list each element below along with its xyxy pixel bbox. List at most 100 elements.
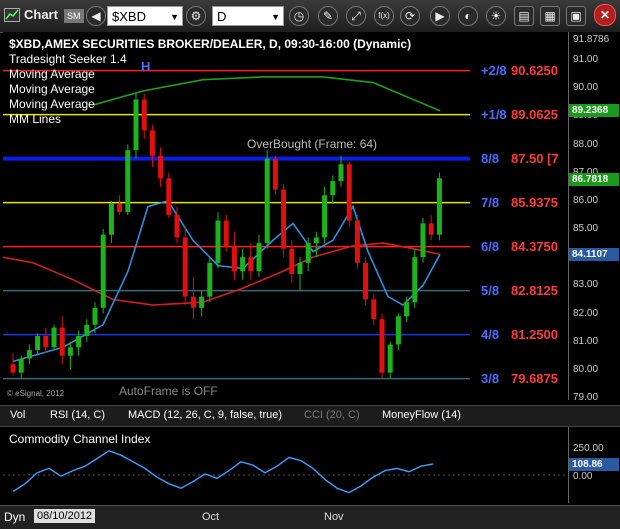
autoframe-label: AutoFrame is OFF xyxy=(119,384,218,398)
mm-label-3: 7/8 xyxy=(481,194,500,210)
close-icon: ✕ xyxy=(594,4,616,26)
candle-body xyxy=(428,223,434,235)
candle-body xyxy=(371,299,377,320)
axis-price-badge: 84.1107 xyxy=(569,248,619,262)
mm-price-7: 79.6875 xyxy=(511,370,558,386)
axis-tick: 79.00 xyxy=(573,392,599,403)
candle-body xyxy=(240,257,246,272)
time-axis[interactable]: Dyn 08/10/2012 Oct Nov xyxy=(0,505,620,529)
mm-price-1: 89.0625 xyxy=(511,106,558,122)
mm-price-5: 82.8125 xyxy=(511,282,558,298)
mm-price-0: 90.6250 xyxy=(511,62,558,78)
chart-header: $XBD,AMEX SECURITIES BROKER/DEALER, D, 0… xyxy=(9,37,412,51)
candle-body xyxy=(395,316,401,345)
link-button[interactable]: ▣ xyxy=(566,6,586,26)
x-label-nov: Nov xyxy=(324,511,344,523)
candle-body xyxy=(387,344,393,373)
candle-body xyxy=(92,307,98,325)
pencil-icon: ✎ xyxy=(318,6,338,26)
candle-body xyxy=(272,158,278,190)
mm-label-1: +1/8 xyxy=(481,106,507,122)
symbol-input[interactable]: $XBD ▼ xyxy=(107,6,183,26)
candle-body xyxy=(26,350,32,359)
cci-axis: 250.00 0.00 108.86 xyxy=(568,427,620,503)
candle-body xyxy=(305,243,311,263)
link-icon: ▣ xyxy=(566,6,586,26)
interval-value: D xyxy=(217,9,227,24)
moving-average-red xyxy=(3,242,441,306)
dynamic-label: Dyn xyxy=(4,510,26,524)
chart-window-icon xyxy=(4,8,20,22)
cursor-icon: ⤢ xyxy=(346,6,366,26)
candle-body xyxy=(182,237,188,297)
mm-label-4: 6/8 xyxy=(481,238,500,254)
study-label-4: MM Lines xyxy=(9,112,62,126)
cci-value-badge: 108.86 xyxy=(569,458,619,471)
panel-button-1[interactable]: ▤ xyxy=(514,6,534,26)
formula-icon: f(x) xyxy=(374,6,394,26)
symbol-link-button[interactable]: ⚙ xyxy=(186,6,206,26)
cci-panel[interactable]: Commodity Channel Index xyxy=(3,427,568,503)
tab-cci[interactable]: CCI (20, C) xyxy=(300,408,364,422)
x-label-oct: Oct xyxy=(202,511,220,523)
candle-body xyxy=(363,262,369,300)
alert-button[interactable]: ☀ xyxy=(486,6,506,26)
candle-body xyxy=(166,178,172,215)
tab-moneyflow[interactable]: MoneyFlow (14) xyxy=(378,408,465,422)
candle-body xyxy=(59,327,65,356)
study-label-1: Moving Average xyxy=(9,67,95,81)
axis-price-badge: 89.2368 xyxy=(569,103,619,117)
clock-icon: ◷ xyxy=(289,6,309,26)
mm-label-0: +2/8 xyxy=(481,62,507,78)
axis-tick: 81.00 xyxy=(573,335,599,347)
candle-body xyxy=(436,178,442,235)
candle-body xyxy=(18,358,24,373)
price-chart[interactable]: $XBD,AMEX SECURITIES BROKER/DEALER, D, 0… xyxy=(3,32,568,400)
tab-rsi[interactable]: RSI (14, C) xyxy=(46,408,109,422)
chevron-down-icon: ▼ xyxy=(271,12,280,22)
mm-price-2: 87.50 [7 xyxy=(511,150,559,166)
cci-label: Commodity Channel Index xyxy=(9,432,151,446)
candle-body xyxy=(354,220,360,263)
mm-price-6: 81.2500 xyxy=(511,326,558,342)
back-arrow-icon: ◀ xyxy=(86,6,106,26)
candle-body xyxy=(158,155,164,179)
mm-label-7: 3/8 xyxy=(481,370,500,386)
draw-button[interactable]: ✎ xyxy=(318,6,338,26)
interval-input[interactable]: D ▼ xyxy=(212,6,284,26)
study-label-0: Tradesight Seeker 1.4 xyxy=(9,52,127,66)
color-button[interactable]: ◐ xyxy=(458,6,478,26)
axis-tick: 86.00 xyxy=(573,194,599,206)
play-button[interactable]: ▶ xyxy=(430,6,450,26)
gear-icon: ⚙ xyxy=(186,6,206,26)
candle-body xyxy=(76,336,82,348)
candle-body xyxy=(207,262,213,297)
axis-tick: 80.00 xyxy=(573,363,599,375)
back-button[interactable]: ◀ xyxy=(86,6,106,26)
axis-price-badge: 86.7818 xyxy=(569,172,619,186)
interval-link-button[interactable]: ◷ xyxy=(289,6,309,26)
price-axis[interactable]: 91.878691.0090.0089.0088.0087.0086.0085.… xyxy=(568,32,620,403)
tab-vol[interactable]: Vol xyxy=(6,408,29,422)
candle-body xyxy=(215,220,221,263)
study-label-2: Moving Average xyxy=(9,82,95,96)
candle-body xyxy=(231,245,237,272)
candle-body xyxy=(338,164,344,182)
close-button[interactable]: ✕ xyxy=(594,4,616,26)
candle-body xyxy=(10,364,16,373)
mm-price-3: 85.9375 xyxy=(511,194,558,210)
candle-body xyxy=(313,237,319,244)
panel-button-2[interactable]: ▦ xyxy=(540,6,560,26)
candle-body xyxy=(125,150,131,213)
formula-button[interactable]: f(x) xyxy=(374,6,394,26)
refresh-button[interactable]: ⟳ xyxy=(400,6,420,26)
tab-macd[interactable]: MACD (12, 26, C, 9, false, true) xyxy=(124,408,286,422)
candle-body xyxy=(223,220,229,246)
symbol-value: $XBD xyxy=(112,9,146,24)
layout-icon: ▤ xyxy=(514,6,534,26)
cursor-button[interactable]: ⤢ xyxy=(346,6,366,26)
seeker-marker: H xyxy=(141,59,151,74)
candle-body xyxy=(199,296,205,308)
window-title: Chart xyxy=(24,7,58,22)
axis-tick: 91.00 xyxy=(573,54,599,65)
